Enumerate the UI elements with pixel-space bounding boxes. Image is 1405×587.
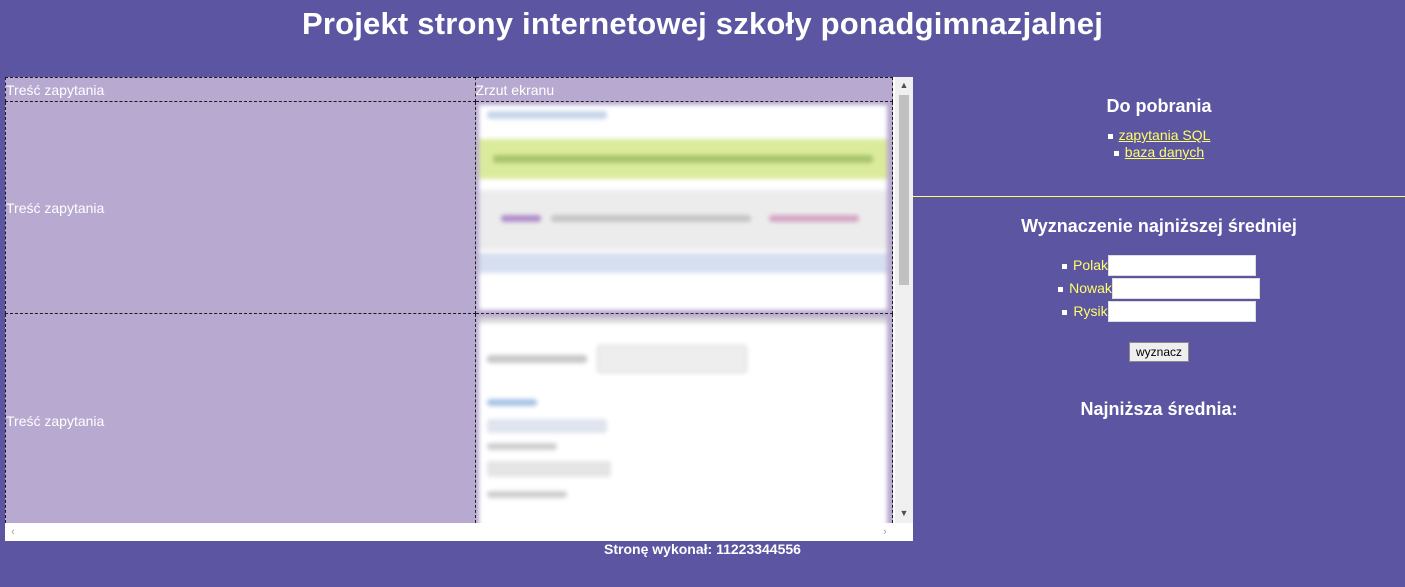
page-header: Projekt strony internetowej szkoły ponad…	[0, 0, 1405, 62]
polak-input[interactable]	[1108, 255, 1257, 276]
vertical-scrollbar[interactable]: ▲ ▼	[895, 77, 913, 523]
rysik-input[interactable]	[1107, 301, 1256, 322]
page-title: Projekt strony internetowej szkoły ponad…	[301, 6, 1104, 41]
bullet-icon	[1062, 309, 1068, 315]
bullet-icon	[1061, 263, 1067, 269]
downloads-section: Do pobrania zapytania SQL baza danych	[913, 96, 1405, 161]
field-label-rysik: Rysik	[1073, 303, 1108, 319]
table-header-row: Treść zapytania Zrzut ekranu	[5, 77, 893, 102]
scroll-up-icon[interactable]: ▲	[895, 77, 913, 93]
table-row: Treść zapytania	[5, 101, 893, 314]
query-cell: Treść zapytania	[5, 313, 476, 523]
field-label-nowak: Nowak	[1069, 280, 1112, 296]
bullet-icon	[1058, 286, 1064, 292]
calculate-button[interactable]: wyznacz	[1128, 342, 1189, 362]
average-calculator: Wyznaczenie najniższej średniej Polak No…	[913, 216, 1405, 420]
button-wrap: wyznacz	[913, 342, 1405, 362]
downloads-title: Do pobrania	[1106, 96, 1212, 116]
field-row-rysik: Rysik	[913, 301, 1405, 324]
section-divider	[913, 196, 1405, 197]
screenshot-image	[478, 105, 887, 310]
field-label-polak: Polak	[1072, 257, 1109, 273]
query-cell: Treść zapytania	[5, 101, 476, 314]
query-table-viewport: Treść zapytania Zrzut ekranu Treść zapyt…	[5, 77, 893, 523]
page-footer: Stronę wykonał: 11223344556	[604, 541, 801, 557]
vertical-scroll-thumb[interactable]	[899, 95, 909, 285]
calculator-title: Wyznaczenie najniższej średniej	[1021, 216, 1297, 236]
scroll-right-icon[interactable]: ›	[877, 523, 893, 541]
download-database-link[interactable]: baza danych	[1125, 144, 1204, 160]
bullet-icon	[1113, 150, 1119, 156]
column-header-screenshot: Zrzut ekranu	[474, 77, 893, 102]
query-table: Treść zapytania Zrzut ekranu Treść zapyt…	[5, 77, 893, 523]
nowak-input[interactable]	[1111, 278, 1260, 299]
screenshot-image	[478, 317, 887, 523]
query-table-pane[interactable]: Treść zapytania Zrzut ekranu Treść zapyt…	[5, 77, 913, 541]
column-header-query: Treść zapytania	[5, 77, 476, 102]
scroll-left-icon[interactable]: ‹	[5, 523, 21, 541]
result-label: Najniższa średnia:	[1080, 399, 1238, 419]
list-item: baza danych	[913, 144, 1405, 161]
screenshot-cell	[474, 313, 893, 523]
field-row-nowak: Nowak	[913, 278, 1405, 301]
downloads-list: zapytania SQL baza danych	[913, 127, 1405, 161]
bullet-icon	[1107, 133, 1113, 139]
horizontal-scrollbar[interactable]: ‹ ›	[5, 523, 895, 541]
download-sql-link[interactable]: zapytania SQL	[1119, 127, 1211, 143]
scroll-down-icon[interactable]: ▼	[895, 505, 913, 521]
table-row: Treść zapytania	[5, 313, 893, 523]
field-row-polak: Polak	[913, 255, 1405, 278]
screenshot-cell	[474, 101, 893, 314]
right-sidebar: Do pobrania zapytania SQL baza danych Wy…	[913, 62, 1405, 542]
calculator-fields: Polak Nowak Rysik	[913, 255, 1405, 324]
list-item: zapytania SQL	[913, 127, 1405, 144]
